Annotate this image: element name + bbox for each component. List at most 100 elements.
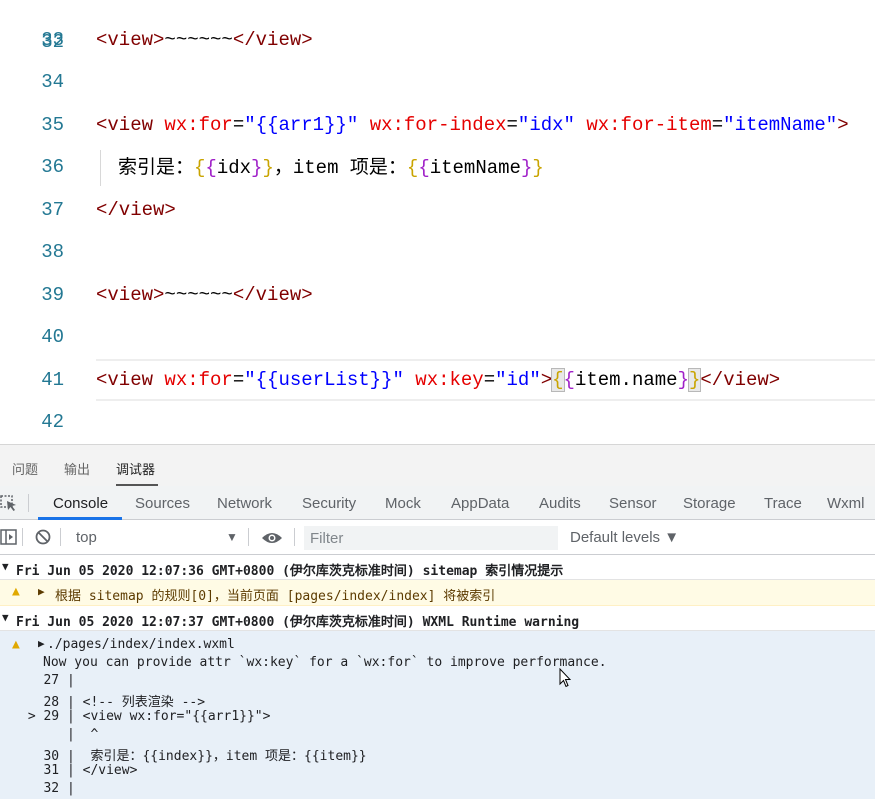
code-token: =	[232, 369, 245, 391]
editor-line[interactable]: 39 <view>~~~~~~</view>	[0, 274, 875, 316]
code-token: wx:for-index	[369, 114, 507, 136]
line-number: 37	[41, 199, 64, 221]
editor-line[interactable]: 34	[0, 61, 875, 103]
snippet-code: 索引是：{{index}}，item 项是：{{item}}	[82, 749, 367, 764]
console-warning[interactable]: ▲ ▶ 根据 sitemap 的规则[0]，当前页面 [pages/index/…	[0, 580, 875, 606]
editor-line[interactable]: 38	[0, 231, 875, 273]
code-token: {	[406, 157, 419, 179]
editor-line[interactable]: 37 </view>	[0, 189, 875, 231]
context-select[interactable]: top	[76, 529, 97, 546]
expand-triangle-icon[interactable]: ▼	[2, 560, 9, 573]
code-snippet-line: | ^	[20, 727, 98, 742]
code-text: </view>	[96, 189, 176, 231]
code-snippet-line: 31 | </view>	[20, 763, 137, 778]
code-token: </view>	[232, 284, 313, 306]
code-token: }	[677, 369, 689, 391]
line-number: 38	[41, 241, 64, 263]
line-number: 40	[41, 326, 64, 348]
snippet-line-number: 32 |	[20, 781, 83, 796]
code-token: item.name	[574, 369, 678, 391]
code-snippet-line: 30 | 索引是：{{index}}，item 项是：{{item}}	[20, 745, 367, 764]
tab-appdata[interactable]: AppData	[451, 495, 509, 512]
code-token: </view>	[700, 369, 781, 391]
tab-mock[interactable]: Mock	[385, 495, 421, 512]
tab-trace[interactable]: Trace	[764, 495, 802, 512]
tab-network[interactable]: Network	[217, 495, 272, 512]
toolbar-divider	[28, 494, 29, 512]
eye-icon[interactable]	[261, 531, 283, 545]
code-token: }	[532, 157, 544, 179]
line-number: 33	[41, 29, 64, 51]
code-token: ~~~~~~	[164, 284, 233, 306]
console-messages: ▼ Fri Jun 05 2020 12:07:36 GMT+0800 (伊尔库…	[0, 555, 875, 799]
code-token: {	[563, 369, 575, 391]
code-token: idx	[216, 157, 252, 179]
code-token: ，	[273, 156, 293, 178]
code-snippet-line: > 29 | <view wx:for="{{arr1}}">	[20, 709, 271, 724]
code-token: =	[232, 114, 245, 136]
toolbar-divider	[22, 528, 23, 546]
code-token: wx:for-item	[586, 114, 712, 136]
collapse-triangle-icon[interactable]: ▶	[38, 585, 45, 598]
snippet-code: <view wx:for="{{arr1}}">	[82, 709, 271, 724]
code-token: <view	[96, 369, 165, 391]
toolbar-divider	[294, 528, 295, 546]
editor-line[interactable]: 42	[0, 401, 875, 443]
code-text: 索引是：{{idx}}，item 项是：{{itemName}}	[118, 146, 544, 189]
inspect-element-icon[interactable]	[0, 494, 18, 512]
code-token: </view>	[96, 199, 176, 221]
code-text: <view>~~~~~~</view>	[96, 274, 313, 316]
code-token: }	[520, 157, 533, 179]
editor-line: 32	[0, 0, 875, 53]
code-token: 索引是：	[118, 156, 195, 178]
toolbar-divider	[60, 528, 61, 546]
filter-input[interactable]	[304, 526, 558, 550]
line-number: 39	[41, 284, 64, 306]
log-levels-select[interactable]: Default levels ▼	[570, 529, 679, 546]
tab-debugger[interactable]: 调试器	[116, 459, 155, 478]
code-token: =	[506, 114, 518, 136]
code-text: <view>~~~~~~</view>	[96, 19, 313, 61]
snippet-line-number: |	[20, 727, 83, 742]
line-number: 34	[41, 71, 64, 93]
tab-storage[interactable]: Storage	[683, 495, 736, 512]
editor-line[interactable]: 41 <view wx:for="{{userList}}" wx:key="id…	[0, 359, 875, 401]
code-snippet-line: 32 |	[20, 781, 83, 796]
tab-security[interactable]: Security	[302, 495, 356, 512]
tab-wxml[interactable]: Wxml	[827, 495, 865, 512]
tab-problems[interactable]: 问题	[12, 459, 38, 478]
code-token: }	[262, 157, 274, 179]
clear-console-icon[interactable]	[35, 529, 51, 545]
tab-audits[interactable]: Audits	[539, 495, 581, 512]
editor-line[interactable]: 33 <view>~~~~~~</view>	[0, 19, 875, 61]
show-sidebar-icon[interactable]	[0, 529, 18, 545]
expand-triangle-icon[interactable]: ▼	[2, 611, 9, 624]
editor-line[interactable]: 36 索引是：{{idx}}，item 项是：{{itemName}}	[0, 146, 875, 188]
chevron-down-icon[interactable]: ▼	[226, 530, 238, 544]
editor-line[interactable]: 35 <view wx:for="{{arr1}}" wx:for-index="…	[0, 104, 875, 146]
toolbar-divider	[248, 528, 249, 546]
code-token: {	[194, 157, 206, 179]
tab-console[interactable]: Console	[53, 495, 108, 512]
source-file-link[interactable]: ./pages/index/index.wxml	[47, 637, 235, 652]
code-token: {	[551, 368, 565, 392]
tab-sources[interactable]: Sources	[135, 495, 190, 512]
code-text: <view wx:for="{{arr1}}" wx:for-index="id…	[96, 104, 849, 146]
tab-output[interactable]: 输出	[64, 459, 90, 478]
code-token: wx:for	[164, 369, 233, 391]
console-group-header[interactable]: ▼ Fri Jun 05 2020 12:07:36 GMT+0800 (伊尔库…	[0, 555, 875, 580]
console-group-header[interactable]: ▼ Fri Jun 05 2020 12:07:37 GMT+0800 (伊尔库…	[0, 606, 875, 631]
code-token: <view>	[96, 29, 165, 51]
warning-icon: ▲	[12, 637, 20, 652]
snippet-line-number: 31 |	[20, 763, 83, 778]
code-token: wx:key	[415, 369, 484, 391]
line-number: 36	[41, 156, 64, 178]
code-editor[interactable]: 32 33 <view>~~~~~~</view> 34 35 <view wx:for…	[0, 0, 875, 444]
editor-line[interactable]: 40	[0, 316, 875, 358]
console-warning-selected[interactable]: ▲ ▶ ./pages/index/index.wxml Now you can…	[0, 631, 875, 799]
collapse-triangle-icon[interactable]: ▶	[38, 637, 45, 650]
tab-sensor[interactable]: Sensor	[609, 495, 657, 512]
code-token: itemName	[429, 157, 521, 179]
